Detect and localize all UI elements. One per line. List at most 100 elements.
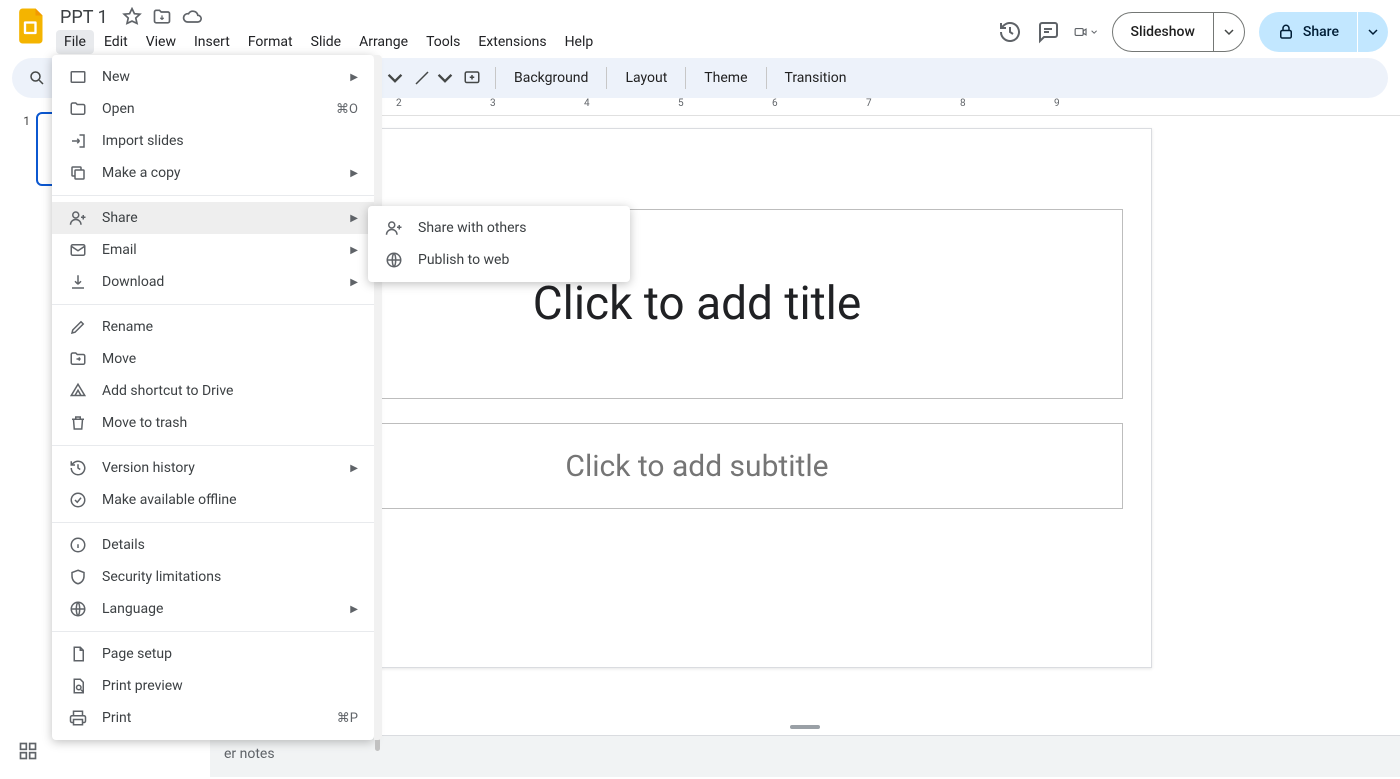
chevron-right-icon: ▶ bbox=[350, 463, 358, 474]
menu-email[interactable]: Email▶ bbox=[52, 234, 374, 266]
offline-icon bbox=[68, 490, 88, 510]
header-right: Slideshow Share bbox=[998, 6, 1388, 52]
cloud-status-icon[interactable] bbox=[182, 7, 202, 27]
chevron-right-icon: ▶ bbox=[350, 277, 358, 288]
menu-add-shortcut[interactable]: Add shortcut to Drive bbox=[52, 375, 374, 407]
share-label: Share bbox=[1303, 24, 1339, 40]
menu-print[interactable]: Print⌘P bbox=[52, 702, 374, 734]
menu-version-history[interactable]: Version history▶ bbox=[52, 452, 374, 484]
separator bbox=[52, 522, 374, 523]
file-menu-dropdown: New▶ Open⌘O Import slides Make a copy▶ S… bbox=[52, 55, 374, 740]
globe-icon bbox=[384, 250, 404, 270]
speaker-notes[interactable]: er notes bbox=[210, 735, 1400, 777]
app-header: PPT 1 File Edit View Insert Format Slide… bbox=[0, 0, 1400, 56]
pencil-icon bbox=[68, 317, 88, 337]
separator bbox=[52, 445, 374, 446]
menu-language[interactable]: Language▶ bbox=[52, 593, 374, 625]
slideshow-button[interactable]: Slideshow bbox=[1113, 24, 1213, 40]
globe-icon bbox=[68, 599, 88, 619]
scrollbar-thumb[interactable] bbox=[375, 61, 380, 751]
menu-tools[interactable]: Tools bbox=[418, 30, 468, 54]
import-icon bbox=[68, 131, 88, 151]
layout-button[interactable]: Layout bbox=[615, 70, 677, 86]
separator bbox=[495, 67, 496, 89]
move-folder-icon[interactable] bbox=[152, 7, 172, 27]
menu-make-copy[interactable]: Make a copy▶ bbox=[52, 157, 374, 189]
menu-import-slides[interactable]: Import slides bbox=[52, 125, 374, 157]
ruler-tick: 4 bbox=[584, 98, 590, 109]
ruler-tick: 9 bbox=[1054, 98, 1060, 109]
comments-icon[interactable] bbox=[1036, 20, 1060, 44]
download-icon bbox=[68, 272, 88, 292]
transition-button[interactable]: Transition bbox=[775, 70, 857, 86]
menu-share[interactable]: Share▶ bbox=[52, 202, 374, 234]
theme-button[interactable]: Theme bbox=[694, 70, 757, 86]
meet-icon[interactable] bbox=[1074, 20, 1098, 44]
menu-help[interactable]: Help bbox=[557, 30, 602, 54]
menu-print-preview[interactable]: Print preview bbox=[52, 670, 374, 702]
menu-arrange[interactable]: Arrange bbox=[351, 30, 416, 54]
history-icon[interactable] bbox=[998, 20, 1022, 44]
menu-view[interactable]: View bbox=[138, 30, 184, 54]
background-button[interactable]: Background bbox=[504, 70, 598, 86]
slide-icon bbox=[68, 67, 88, 87]
folder-icon bbox=[68, 99, 88, 119]
menu-security[interactable]: Security limitations bbox=[52, 561, 374, 593]
ruler-tick: 6 bbox=[772, 98, 778, 109]
share-submenu: Share with others Publish to web bbox=[368, 206, 630, 282]
horizontal-ruler: 1 2 3 4 5 6 7 8 9 bbox=[210, 98, 1400, 116]
menu-page-setup[interactable]: Page setup bbox=[52, 638, 374, 670]
drive-shortcut-icon bbox=[68, 381, 88, 401]
menu-insert[interactable]: Insert bbox=[186, 30, 238, 54]
history-icon bbox=[68, 458, 88, 478]
menu-details[interactable]: Details bbox=[52, 529, 374, 561]
preview-icon bbox=[68, 676, 88, 696]
grid-view-icon[interactable] bbox=[18, 741, 38, 765]
chevron-right-icon: ▶ bbox=[350, 213, 358, 224]
menu-offline[interactable]: Make available offline bbox=[52, 484, 374, 516]
menu-extensions[interactable]: Extensions bbox=[470, 30, 554, 54]
canvas-area: 1 2 3 4 5 6 7 8 9 Click to add title Cli… bbox=[210, 98, 1400, 777]
comment-tool[interactable] bbox=[457, 63, 487, 93]
ruler-tick: 8 bbox=[960, 98, 966, 109]
line-tool[interactable] bbox=[407, 63, 437, 93]
copy-icon bbox=[68, 163, 88, 183]
search-button[interactable] bbox=[22, 63, 52, 93]
chevron-right-icon: ▶ bbox=[350, 72, 358, 83]
menu-slide[interactable]: Slide bbox=[303, 30, 349, 54]
menu-download[interactable]: Download▶ bbox=[52, 266, 374, 298]
chevron-right-icon: ▶ bbox=[350, 245, 358, 256]
share-dropdown[interactable] bbox=[1358, 12, 1388, 52]
mail-icon bbox=[68, 240, 88, 260]
shield-icon bbox=[68, 567, 88, 587]
slides-logo[interactable] bbox=[12, 6, 52, 46]
notes-resize-grip[interactable] bbox=[790, 725, 820, 729]
menu-file[interactable]: File bbox=[56, 30, 94, 54]
line-dropdown[interactable] bbox=[437, 63, 453, 93]
star-icon[interactable] bbox=[122, 7, 142, 27]
menu-open[interactable]: Open⌘O bbox=[52, 93, 374, 125]
menu-bar: File Edit View Insert Format Slide Arran… bbox=[56, 30, 601, 54]
submenu-publish-web[interactable]: Publish to web bbox=[368, 244, 630, 276]
slideshow-dropdown[interactable] bbox=[1213, 13, 1244, 51]
slide-number: 1 bbox=[14, 114, 30, 777]
submenu-share-others[interactable]: Share with others bbox=[368, 212, 630, 244]
shape-dropdown[interactable] bbox=[387, 63, 403, 93]
ruler-tick: 3 bbox=[490, 98, 496, 109]
separator bbox=[685, 67, 686, 89]
menu-move-to-trash[interactable]: Move to trash bbox=[52, 407, 374, 439]
menu-edit[interactable]: Edit bbox=[96, 30, 136, 54]
menu-format[interactable]: Format bbox=[240, 30, 301, 54]
shortcut: ⌘O bbox=[336, 102, 358, 117]
doc-title[interactable]: PPT 1 bbox=[56, 7, 112, 28]
ruler-tick: 5 bbox=[678, 98, 684, 109]
share-button[interactable]: Share bbox=[1259, 12, 1357, 52]
separator bbox=[52, 631, 374, 632]
menu-rename[interactable]: Rename bbox=[52, 311, 374, 343]
menu-new[interactable]: New▶ bbox=[52, 61, 374, 93]
separator bbox=[606, 67, 607, 89]
subtitle-placeholder[interactable]: Click to add subtitle bbox=[271, 423, 1123, 509]
menu-move[interactable]: Move bbox=[52, 343, 374, 375]
separator bbox=[766, 67, 767, 89]
person-add-icon bbox=[68, 208, 88, 228]
